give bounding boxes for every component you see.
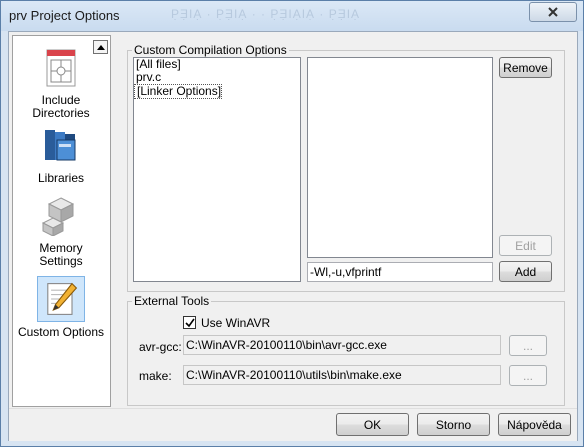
add-button[interactable]: Add — [499, 261, 552, 282]
dialog-button-bar: OK Storno Nápověda — [9, 408, 577, 441]
option-input[interactable]: -Wl,-u,vfprintf — [307, 262, 493, 282]
use-winavr-label: Use WinAVR — [201, 316, 271, 330]
make-path-field[interactable]: C:\WinAVR-20100110\utils\bin\make.exe — [183, 365, 501, 385]
edit-button[interactable]: Edit — [499, 235, 552, 256]
sidebar-item-memory-settings[interactable]: Memory Settings — [17, 196, 105, 268]
use-winavr-checkbox[interactable] — [183, 316, 196, 329]
include-directories-icon — [46, 49, 76, 87]
remove-button[interactable]: Remove — [499, 57, 552, 78]
avr-gcc-label: avr-gcc: — [139, 340, 182, 354]
make-browse-button[interactable]: ... — [509, 365, 547, 386]
file-list[interactable]: [All files] prv.c [Linker Options] — [133, 57, 301, 282]
options-sidebar: Include Directories Libraries Memory Set… — [12, 35, 111, 407]
project-options-window: prv Project Options Ρ̣Ǝ̣ΙΑ̣ · Ρ̣Ǝ̣ΙΑ̣ · … — [0, 0, 584, 447]
list-item-selected[interactable]: [Linker Options] — [134, 84, 223, 99]
sidebar-item-label: Memory Settings — [39, 241, 83, 268]
sidebar-item-include-directories[interactable]: Include Directories — [17, 48, 105, 120]
custom-options-icon — [37, 276, 85, 322]
ok-button[interactable]: OK — [336, 413, 409, 436]
sidebar-item-label: Custom Options — [17, 325, 105, 339]
title-bar[interactable]: prv Project Options Ρ̣Ǝ̣ΙΑ̣ · Ρ̣Ǝ̣ΙΑ̣ · … — [1, 1, 583, 31]
dialog-client: Include Directories Libraries Memory Set… — [8, 31, 578, 441]
sidebar-item-custom-options[interactable]: Custom Options — [17, 276, 105, 339]
custom-options-panel: Custom Compilation Options [All files] p… — [115, 35, 574, 407]
avr-gcc-path-field[interactable]: C:\WinAVR-20100110\bin\avr-gcc.exe — [183, 335, 501, 355]
sidebar-item-libraries[interactable]: Libraries — [17, 126, 105, 185]
close-icon — [548, 7, 558, 17]
libraries-icon — [45, 130, 76, 161]
sidebar-item-label: Include Directories — [32, 93, 90, 120]
window-title-ghost: Ρ̣Ǝ̣ΙΑ̣ · Ρ̣Ǝ̣ΙΑ̣ · · Ρ̣Ǝ̣ΙΑ̣ΙΑ̣ · Ρ̣Ǝ̣Ι… — [171, 7, 361, 21]
list-item[interactable]: prv.c — [134, 71, 300, 84]
cancel-button[interactable]: Storno — [417, 413, 490, 436]
check-icon — [184, 318, 195, 327]
avr-gcc-browse-button[interactable]: ... — [509, 335, 547, 356]
make-label: make: — [139, 369, 172, 383]
custom-compilation-legend: Custom Compilation Options — [134, 43, 287, 57]
window-title: prv Project Options — [9, 8, 120, 23]
external-tools-legend: External Tools — [134, 294, 210, 308]
help-button[interactable]: Nápověda — [498, 413, 571, 436]
close-button[interactable] — [529, 2, 577, 22]
memory-settings-icon — [41, 197, 75, 236]
options-list[interactable] — [307, 57, 493, 258]
sidebar-item-label: Libraries — [37, 171, 85, 185]
